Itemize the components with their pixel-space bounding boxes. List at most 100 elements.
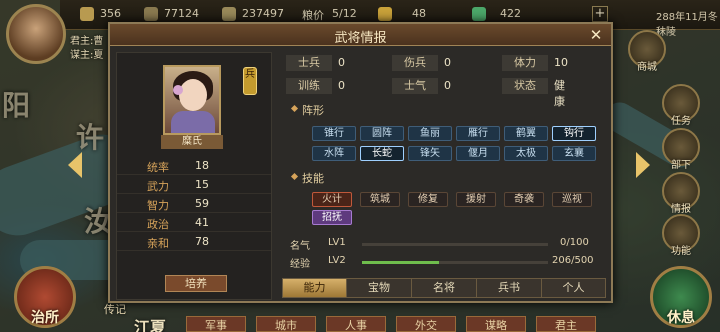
lord-avatar[interactable] xyxy=(6,4,66,64)
formation-label: 长蛇 xyxy=(372,148,392,159)
grain-price-value: 5/12 xyxy=(332,7,357,20)
formation-button[interactable]: 圆阵 xyxy=(360,126,404,141)
cultivate-button[interactable]: 培养 xyxy=(165,275,227,292)
general-info-dialog: 武将情报 ✕ 兵 糜氏 统率 18 武力 15 智力 59 政治 41 亲和 7… xyxy=(108,22,613,303)
formation-button[interactable]: 雁行 xyxy=(456,126,500,141)
exp-row: 经验 LV2 206/500 xyxy=(290,255,594,270)
formation-heading: 阵形 xyxy=(302,104,324,117)
stat-label: 亲和 xyxy=(147,237,169,250)
formation-label: 鱼丽 xyxy=(420,128,440,139)
skill-button[interactable]: 招抚 xyxy=(312,210,352,225)
tab-ability[interactable]: 能力 xyxy=(283,279,347,297)
stat-row: 智力 59 xyxy=(117,195,271,213)
resource-value: 77124 xyxy=(164,7,199,20)
formation-button[interactable]: 锋矢 xyxy=(408,146,452,161)
formation-label: 锥行 xyxy=(324,128,344,139)
token-icon xyxy=(378,7,392,21)
formation-label: 太极 xyxy=(516,148,536,159)
skill-button[interactable]: 奇袭 xyxy=(504,192,544,207)
menu-city[interactable]: 城市 xyxy=(256,316,316,332)
skill-label: 援射 xyxy=(466,194,486,205)
stat-value: 41 xyxy=(195,216,209,229)
skill-label: 招抚 xyxy=(322,212,342,223)
stat-label: 统率 xyxy=(147,161,169,174)
next-general-arrow-icon[interactable] xyxy=(636,152,650,178)
info-value: 0 xyxy=(444,56,451,69)
fame-level: LV1 xyxy=(328,237,346,248)
fame-value: 0/100 xyxy=(560,237,589,248)
skill-label: 筑城 xyxy=(370,194,390,205)
grain-price-label: 粮价 xyxy=(302,9,324,22)
stat-value: 78 xyxy=(195,235,209,248)
info-label: 士气 xyxy=(392,78,438,94)
skill-button[interactable]: 援射 xyxy=(456,192,496,207)
token-value: 48 xyxy=(412,7,426,20)
dialog-title: 武将情报 xyxy=(334,31,387,46)
tab-military-book[interactable]: 兵书 xyxy=(477,279,542,297)
function-label: 功能 xyxy=(671,246,691,257)
tab-famous-generals[interactable]: 名将 xyxy=(412,279,477,297)
formation-button[interactable]: 锥行 xyxy=(312,126,356,141)
stat-row: 武力 15 xyxy=(117,176,271,194)
dialog-tabs: 能力 宝物 名将 兵书 个人 xyxy=(282,278,606,298)
task-label: 任务 xyxy=(671,116,691,127)
add-gems-button[interactable]: + xyxy=(592,6,608,22)
rest-button[interactable]: 休息 xyxy=(650,266,712,328)
formation-label: 锋矢 xyxy=(420,148,440,159)
gold-icon xyxy=(80,7,94,21)
gem-value: 422 xyxy=(500,7,521,20)
flower-icon xyxy=(173,85,183,95)
formation-button[interactable]: 钩行 xyxy=(552,126,596,141)
tab-personal[interactable]: 个人 xyxy=(542,279,605,297)
fame-label: 名气 xyxy=(290,241,310,252)
formation-button[interactable]: 太极 xyxy=(504,146,548,161)
info-label: 士兵 xyxy=(286,55,332,71)
skill-label: 火计 xyxy=(322,194,342,205)
skill-button[interactable]: 筑城 xyxy=(360,192,400,207)
formation-button[interactable]: 长蛇 xyxy=(360,146,404,161)
general-profile-panel: 兵 糜氏 统率 18 武力 15 智力 59 政治 41 亲和 78 培养 xyxy=(116,52,272,300)
prev-general-arrow-icon[interactable] xyxy=(68,152,82,178)
info-value: 健康 xyxy=(554,79,565,108)
general-portrait[interactable] xyxy=(163,65,221,135)
dialog-header: 武将情报 ✕ xyxy=(110,24,611,46)
coin-icon xyxy=(144,7,158,21)
menu-personnel[interactable]: 人事 xyxy=(326,316,386,332)
skill-label: 修复 xyxy=(418,194,438,205)
intel-label: 情报 xyxy=(671,204,691,215)
ruler-label: 君主:曹 xyxy=(70,36,104,47)
biography-button[interactable]: 传记 xyxy=(104,301,126,317)
fame-row: 名气 LV1 0/100 xyxy=(290,237,590,252)
menu-strategy[interactable]: 谋略 xyxy=(466,316,526,332)
governor-label: 治所 xyxy=(31,310,59,326)
advisor-label: 谋主:夏 xyxy=(70,50,104,61)
formation-button[interactable]: 鱼丽 xyxy=(408,126,452,141)
menu-diplomacy[interactable]: 外交 xyxy=(396,316,456,332)
gem-icon xyxy=(472,7,486,21)
formation-button[interactable]: 偃月 xyxy=(456,146,500,161)
menu-military[interactable]: 军事 xyxy=(186,316,246,332)
info-label: 伤兵 xyxy=(392,55,438,71)
skill-button[interactable]: 火计 xyxy=(312,192,352,207)
tab-treasure[interactable]: 宝物 xyxy=(347,279,412,297)
formation-button[interactable]: 鹤翼 xyxy=(504,126,548,141)
governor-button[interactable]: 治所 xyxy=(14,266,76,328)
skill-label: 巡视 xyxy=(562,194,582,205)
menu-ruler[interactable]: 君主 xyxy=(536,316,596,332)
general-name: 糜氏 xyxy=(161,135,223,149)
info-label: 训练 xyxy=(286,78,332,94)
close-icon[interactable]: ✕ xyxy=(588,28,604,44)
info-label: 状态 xyxy=(502,78,548,94)
skill-button[interactable]: 修复 xyxy=(408,192,448,207)
formation-label: 偃月 xyxy=(468,148,488,159)
stat-value: 15 xyxy=(195,178,209,191)
stat-row: 统率 18 xyxy=(117,157,271,175)
formation-label: 雁行 xyxy=(468,128,488,139)
city-label: 江夏 xyxy=(134,318,167,332)
stat-row: 亲和 78 xyxy=(117,233,271,251)
game-date: 288年11月冬 秣陵 xyxy=(656,12,718,38)
unit-type-badge: 兵 xyxy=(243,67,257,95)
formation-button[interactable]: 玄襄 xyxy=(552,146,596,161)
formation-button[interactable]: 水阵 xyxy=(312,146,356,161)
skill-button[interactable]: 巡视 xyxy=(552,192,592,207)
